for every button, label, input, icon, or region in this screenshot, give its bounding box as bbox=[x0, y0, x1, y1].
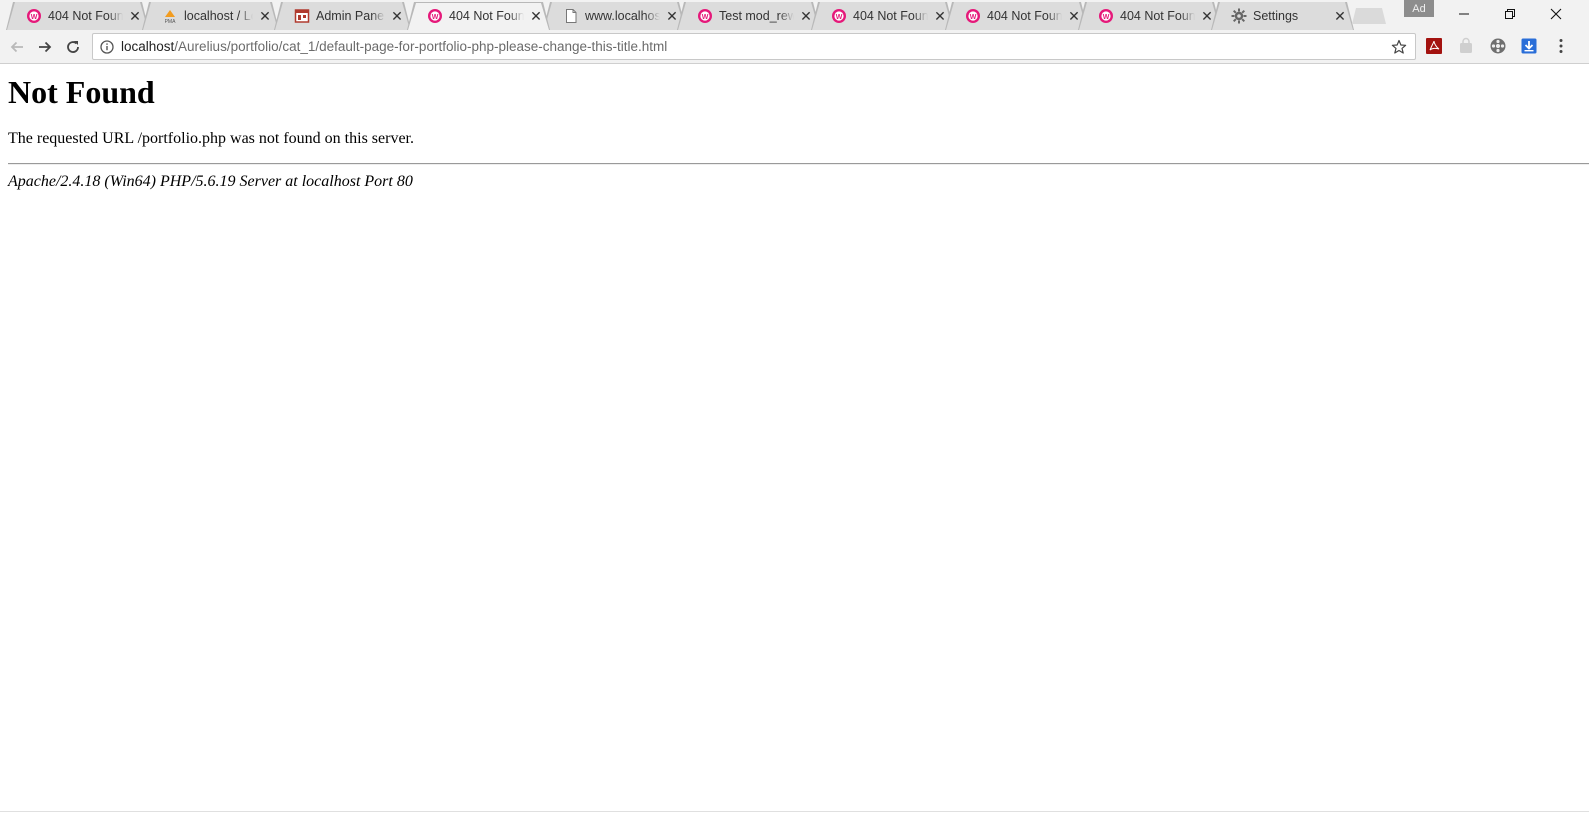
back-button[interactable] bbox=[5, 35, 29, 59]
admin-panel-icon bbox=[294, 8, 310, 24]
close-icon[interactable]: ✕ bbox=[1066, 8, 1082, 24]
tab-1[interactable]: W 404 Not Found ✕ bbox=[6, 2, 149, 30]
close-icon[interactable]: ✕ bbox=[528, 8, 544, 24]
tab-6[interactable]: W Test mod_rewrite ✕ bbox=[677, 2, 820, 30]
tab-4-active[interactable]: W 404 Not Found ✕ bbox=[407, 2, 550, 30]
url-host: localhost bbox=[121, 39, 175, 54]
svg-text:W: W bbox=[1103, 14, 1110, 21]
ad-badge: Ad bbox=[1404, 0, 1434, 17]
address-bar[interactable]: localhost/Aurelius/portfolio/cat_1/defau… bbox=[92, 33, 1416, 60]
page-content: Not Found The requested URL /portfolio.p… bbox=[0, 65, 1589, 811]
info-icon[interactable] bbox=[95, 35, 119, 59]
close-icon[interactable]: ✕ bbox=[798, 8, 814, 24]
wamp-icon: W bbox=[26, 8, 42, 24]
forward-icon bbox=[39, 41, 52, 53]
tab-title: Settings bbox=[1253, 9, 1299, 23]
document-icon bbox=[563, 8, 579, 24]
svg-text:W: W bbox=[432, 14, 439, 21]
close-icon[interactable]: ✕ bbox=[664, 8, 680, 24]
phpmyadmin-icon: PMA bbox=[162, 8, 178, 24]
svg-text:W: W bbox=[970, 14, 977, 21]
forward-button[interactable] bbox=[33, 35, 57, 59]
restore-icon bbox=[1505, 9, 1515, 19]
tab-strip: W 404 Not Found ✕ PMA localhost / Localh… bbox=[0, 0, 1589, 30]
divider bbox=[8, 163, 1589, 165]
page-title: Not Found bbox=[8, 74, 155, 110]
svg-text:W: W bbox=[836, 14, 843, 21]
star-icon[interactable] bbox=[1389, 37, 1409, 57]
svg-text:W: W bbox=[31, 14, 38, 21]
close-icon[interactable]: ✕ bbox=[1199, 8, 1215, 24]
tab-7[interactable]: W 404 Not Found ✕ bbox=[811, 2, 954, 30]
url-text[interactable]: localhost/Aurelius/portfolio/cat_1/defau… bbox=[121, 39, 667, 54]
tab-title: 404 Not Found bbox=[853, 9, 928, 23]
tab-8[interactable]: W 404 Not Found ✕ bbox=[945, 2, 1088, 30]
close-window-button[interactable] bbox=[1533, 0, 1579, 28]
error-message: The requested URL /portfolio.php was not… bbox=[8, 130, 414, 147]
tab-title: 404 Not Found bbox=[987, 9, 1062, 23]
menu-icon bbox=[1559, 39, 1563, 53]
tab-title: www.localhost bbox=[585, 9, 660, 23]
tab-5[interactable]: www.localhost ✕ bbox=[543, 2, 686, 30]
svg-text:PMA: PMA bbox=[165, 19, 177, 24]
window-bottom-border bbox=[0, 811, 1589, 812]
wamp-icon: W bbox=[427, 8, 443, 24]
tab-10[interactable]: Settings ✕ bbox=[1211, 2, 1354, 30]
close-icon[interactable]: ✕ bbox=[389, 8, 405, 24]
close-icon[interactable]: ✕ bbox=[1332, 8, 1348, 24]
gear-icon bbox=[1231, 8, 1247, 24]
menu-button[interactable] bbox=[1551, 36, 1571, 56]
download-icon[interactable] bbox=[1519, 36, 1539, 56]
tab-title: 404 Not Found bbox=[1120, 9, 1195, 23]
minimize-icon bbox=[1459, 13, 1469, 15]
tab-title: Test mod_rewrite bbox=[719, 9, 794, 23]
tab-title: Admin Panel bbox=[316, 9, 385, 23]
svg-text:W: W bbox=[702, 14, 709, 21]
tab-title: 404 Not Found bbox=[449, 9, 524, 23]
close-icon[interactable]: ✕ bbox=[932, 8, 948, 24]
wamp-icon: W bbox=[1098, 8, 1114, 24]
url-path: /Aurelius/portfolio/cat_1/default-page-f… bbox=[174, 39, 668, 54]
tab-2[interactable]: PMA localhost / Localhost ✕ bbox=[142, 2, 279, 30]
server-signature: Apache/2.4.18 (Win64) PHP/5.6.19 Server … bbox=[8, 173, 413, 190]
close-icon[interactable]: ✕ bbox=[127, 8, 143, 24]
extension-icon[interactable] bbox=[1456, 36, 1476, 56]
film-icon[interactable] bbox=[1488, 36, 1508, 56]
new-tab-button[interactable] bbox=[1352, 8, 1386, 24]
tab-3[interactable]: Admin Panel ✕ bbox=[274, 2, 411, 30]
close-icon bbox=[1550, 8, 1562, 20]
browser-toolbar: localhost/Aurelius/portfolio/cat_1/defau… bbox=[0, 30, 1589, 64]
back-icon bbox=[10, 41, 23, 53]
wamp-icon: W bbox=[965, 8, 981, 24]
tab-9[interactable]: W 404 Not Found ✕ bbox=[1078, 2, 1221, 30]
wamp-icon: W bbox=[697, 8, 713, 24]
tab-title: 404 Not Found bbox=[48, 9, 123, 23]
reload-button[interactable] bbox=[61, 35, 85, 59]
reload-icon bbox=[67, 41, 79, 53]
wamp-icon: W bbox=[831, 8, 847, 24]
minimize-button[interactable] bbox=[1441, 0, 1487, 28]
restore-button[interactable] bbox=[1487, 0, 1533, 28]
close-icon[interactable]: ✕ bbox=[257, 8, 273, 24]
acrobat-icon[interactable] bbox=[1424, 36, 1444, 56]
tab-title: localhost / Localhost bbox=[184, 9, 253, 23]
